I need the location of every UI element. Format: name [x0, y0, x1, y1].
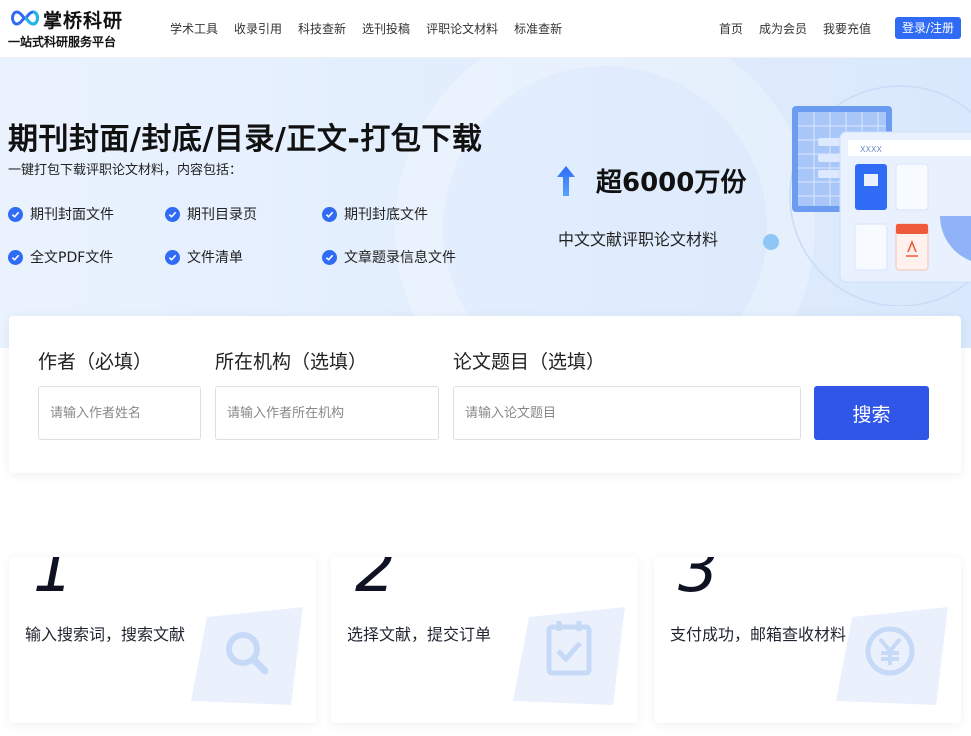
brand-name: 掌桥科研: [43, 10, 124, 32]
step-text: 支付成功，邮箱查收材料: [670, 625, 847, 644]
feature-item: 文件清单: [165, 247, 243, 267]
hero-title: 期刊封面/封底/目录/正文-打包下载: [8, 122, 483, 157]
step-card: 3 支付成功，邮箱查收材料: [654, 557, 961, 723]
check-circle-icon: [322, 206, 337, 222]
logo[interactable]: 掌桥科研 一站式科研服务平台: [8, 6, 140, 50]
illustration-window-label: XXXX: [860, 145, 882, 154]
step-number: 2: [355, 557, 396, 607]
step-text: 输入搜索词，搜索文献: [25, 625, 186, 644]
hero-subtitle: 一键打包下载评职论文材料，内容包括：: [8, 163, 243, 178]
nav-item-novelty-search[interactable]: 科技查新: [298, 20, 346, 37]
paper-title-input[interactable]: [453, 386, 801, 440]
nav-item-journal-selection[interactable]: 选刊投稿: [362, 20, 410, 37]
nav-item-academic-tools[interactable]: 学术工具: [170, 20, 218, 37]
check-circle-icon: [165, 249, 180, 265]
feature-label: 全文PDF文件: [30, 250, 114, 266]
step-number: 3: [678, 557, 719, 607]
stat-description: 中文文献评职论文材料: [558, 230, 719, 249]
nav-item-standard-search[interactable]: 标准查新: [514, 20, 562, 37]
institution-input[interactable]: [215, 386, 439, 440]
site-header: 掌桥科研 一站式科研服务平台 学术工具 收录引用 科技查新 选刊投稿 评职论文材…: [0, 0, 971, 58]
search-icon: [191, 607, 303, 705]
nav-item-membership[interactable]: 成为会员: [759, 20, 807, 37]
author-label: 作者（必填）: [38, 351, 153, 373]
nav-item-indexing[interactable]: 收录引用: [234, 20, 282, 37]
brand-tagline: 一站式科研服务平台: [8, 35, 117, 49]
institution-label: 所在机构（选填）: [215, 351, 368, 373]
step-text: 选择文献，提交订单: [347, 625, 492, 644]
feature-label: 期刊封面文件: [30, 207, 114, 223]
feature-item: 全文PDF文件: [8, 247, 113, 267]
login-register-button[interactable]: 登录/注册: [895, 17, 961, 39]
feature-label: 期刊目录页: [187, 207, 257, 223]
hero-banner: 期刊封面/封底/目录/正文-打包下载 一键打包下载评职论文材料，内容包括： 期刊…: [0, 58, 971, 348]
check-circle-icon: [8, 206, 23, 222]
hero-decoration-ring: [395, 58, 815, 348]
nav-item-home[interactable]: 首页: [719, 20, 743, 37]
step-number: 1: [33, 557, 74, 607]
step-card: 2 选择文献，提交订单: [331, 557, 638, 723]
stat-value: 超6000万份: [596, 168, 747, 198]
feature-item: 期刊封面文件: [8, 204, 114, 224]
feature-label: 文章题录信息文件: [344, 250, 456, 266]
step-card: 1 输入搜索词，搜索文献: [9, 557, 316, 723]
logo-infinity-icon: [11, 10, 39, 26]
check-circle-icon: [8, 249, 23, 265]
yen-icon: [836, 607, 948, 705]
clipboard-check-icon: [513, 607, 625, 705]
arrow-up-icon: [557, 166, 575, 196]
search-form: 作者（必填） 所在机构（选填） 论文题目（选填） 搜索: [9, 316, 961, 473]
feature-item: 文章题录信息文件: [322, 247, 456, 267]
feature-label: 期刊封底文件: [344, 207, 428, 223]
feature-item: 期刊封底文件: [322, 204, 428, 224]
check-circle-icon: [322, 249, 337, 265]
check-circle-icon: [165, 206, 180, 222]
author-input[interactable]: [38, 386, 201, 440]
search-button[interactable]: 搜索: [814, 386, 929, 440]
feature-item: 期刊目录页: [165, 204, 257, 224]
nav-item-title-materials[interactable]: 评职论文材料: [426, 20, 498, 37]
nav-item-recharge[interactable]: 我要充值: [823, 20, 871, 37]
paper-title-label: 论文题目（选填）: [453, 351, 606, 373]
user-nav: 首页 成为会员 我要充值: [719, 20, 871, 37]
feature-label: 文件清单: [187, 250, 243, 266]
main-nav: 学术工具 收录引用 科技查新 选刊投稿 评职论文材料 标准查新: [170, 20, 562, 37]
document-illustration: XXXX: [763, 85, 971, 306]
